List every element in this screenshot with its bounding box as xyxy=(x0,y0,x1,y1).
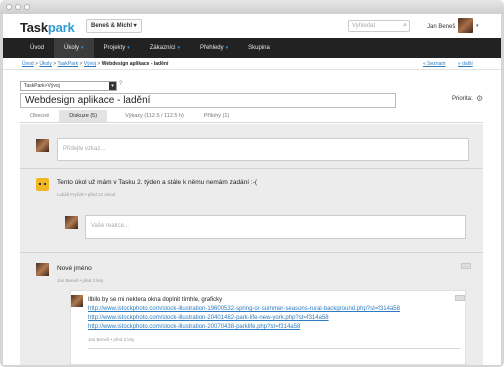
chevron-down-icon: ▾ xyxy=(225,45,229,51)
nav-label: Skupina xyxy=(248,45,270,51)
reply-thread: Ilbilo by se mi nektera okna doplnit tím… xyxy=(70,290,466,365)
avatar xyxy=(36,139,49,152)
task-title-input[interactable]: Webdesign aplikace - ladění xyxy=(20,93,396,108)
tab-obecne[interactable]: Obecné xyxy=(20,110,59,122)
reply-input[interactable]: Vaše reakce... xyxy=(85,215,466,239)
reply-link[interactable]: http://www.istockphoto.com/stock-illustr… xyxy=(88,315,329,321)
help-icon[interactable]: ? xyxy=(119,81,122,87)
tab-vykazy[interactable]: Výkazy (112.5 / 112.5 h) xyxy=(107,110,194,122)
logo-text-main: Task xyxy=(20,20,48,35)
search-placeholder: Vyhledat xyxy=(352,23,376,29)
breadcrumb-separator: > xyxy=(97,61,101,67)
discussion-panel: Přidejte vzkaz... Tento úkol už mám v Ta… xyxy=(20,124,483,365)
nav-item-ukoly[interactable]: Úkoly ▾ xyxy=(54,38,94,58)
chevron-down-icon: ▾ xyxy=(177,45,180,51)
breadcrumb-separator: > xyxy=(79,61,83,67)
window-titlebar xyxy=(0,0,504,14)
project-select[interactable]: TaskPark>Vývoj ▾ xyxy=(20,81,117,91)
comment-text: Nové jméno xyxy=(57,265,92,272)
avatar xyxy=(36,263,49,276)
nav-label: Projekty xyxy=(103,45,126,51)
nav-label: Přehledy xyxy=(199,45,224,51)
chevron-down-icon[interactable]: ▾ xyxy=(109,82,116,90)
breadcrumb-link[interactable]: Vývoj xyxy=(84,61,96,67)
app-viewport: Taskpark Beneš & Michl ▾ Vyhledat ⌕ Jan … xyxy=(3,14,501,365)
nav-item-projekty[interactable]: Projekty ▾ xyxy=(94,38,140,58)
maximize-window-icon[interactable] xyxy=(24,4,30,10)
avatar xyxy=(71,295,83,307)
tab-diskuze[interactable]: Diskuze (5) xyxy=(59,110,108,122)
breadcrumb: Úvod > Úkoly > TaskPark > Vývoj > Webdes… xyxy=(3,58,501,70)
chevron-down-icon: ▾ xyxy=(81,45,84,51)
priority-label: Priorita: xyxy=(452,96,473,102)
breadcrumb-current: Webdesign aplikace - ladění xyxy=(101,61,169,67)
divider xyxy=(88,348,460,349)
search-icon[interactable]: ⌕ xyxy=(403,22,407,30)
avatar xyxy=(65,216,78,229)
reply-link[interactable]: http://www.istockphoto.com/stock-illustr… xyxy=(88,306,400,312)
close-window-icon[interactable] xyxy=(6,4,12,10)
divider xyxy=(20,252,483,253)
nav-label: Úvod xyxy=(30,45,45,51)
comment-text: Tento úkol už mám v Tasku 2. týden a stá… xyxy=(57,179,258,186)
breadcrumb-link[interactable]: Úvod xyxy=(22,61,34,67)
comment-meta: Jan Beneš • před 2 lety xyxy=(57,278,104,283)
task-tabs: Obecné Diskuze (5) Výkazy (112.5 / 112.5… xyxy=(20,110,483,123)
new-comment-input[interactable]: Přidejte vzkaz... xyxy=(57,138,469,161)
prev-task-link[interactable]: « Seznam xyxy=(423,61,446,67)
gear-icon[interactable]: ⚙ xyxy=(476,94,483,103)
browser-window: Taskpark Beneš & Michl ▾ Vyhledat ⌕ Jan … xyxy=(0,0,504,367)
taskpark-logo[interactable]: Taskpark xyxy=(20,20,75,35)
nav-label: Úkoly xyxy=(64,45,80,51)
minimize-window-icon[interactable] xyxy=(15,4,21,10)
comment-meta: Lukáš Fryček • před 12 minut xyxy=(57,192,116,197)
project-select-value: TaskPark>Vývoj xyxy=(24,83,60,89)
breadcrumb-separator: > xyxy=(53,61,57,67)
avatar xyxy=(36,178,49,191)
reply-text: Ilbilo by se mi nektera okna doplnit tím… xyxy=(88,297,223,303)
search-input[interactable]: Vyhledat ⌕ xyxy=(348,20,410,32)
chevron-down-icon: ▾ xyxy=(127,45,130,51)
user-name[interactable]: Jan Beneš xyxy=(427,24,455,30)
next-task-link[interactable]: » další xyxy=(458,61,473,67)
breadcrumb-link[interactable]: Úkoly xyxy=(39,61,52,67)
nav-item-skupina[interactable]: Skupina xyxy=(238,38,280,58)
reply-meta: Jan Beneš • před 2 lety xyxy=(88,337,135,342)
reply-action-button[interactable] xyxy=(455,295,465,301)
reply-link[interactable]: http://www.istockphoto.com/stock-illustr… xyxy=(88,324,300,330)
organization-selector[interactable]: Beneš & Michl ▾ xyxy=(86,19,142,33)
user-avatar[interactable] xyxy=(458,18,473,33)
logo-text-accent: park xyxy=(47,20,75,35)
nav-label: Zákazníci xyxy=(149,45,176,51)
nav-item-zakaznici[interactable]: Zákazníci ▾ xyxy=(140,38,190,58)
breadcrumb-link[interactable]: TaskPark xyxy=(58,61,79,67)
app-header: Taskpark Beneš & Michl ▾ Vyhledat ⌕ Jan … xyxy=(3,14,501,38)
comment-action-button[interactable] xyxy=(461,263,471,269)
nav-item-prehledy[interactable]: Přehledy ▾ xyxy=(190,38,238,58)
nav-item-uvod[interactable]: Úvod xyxy=(20,38,54,58)
main-navigation: Úvod Úkoly ▾ Projekty ▾ Zákazníci ▾ Přehled… xyxy=(3,38,501,58)
breadcrumb-separator: > xyxy=(35,61,38,67)
divider xyxy=(20,168,483,169)
tab-prilohy[interactable]: Přílohy (1) xyxy=(194,110,239,122)
user-menu-chevron-icon[interactable]: ▾ xyxy=(476,23,479,29)
